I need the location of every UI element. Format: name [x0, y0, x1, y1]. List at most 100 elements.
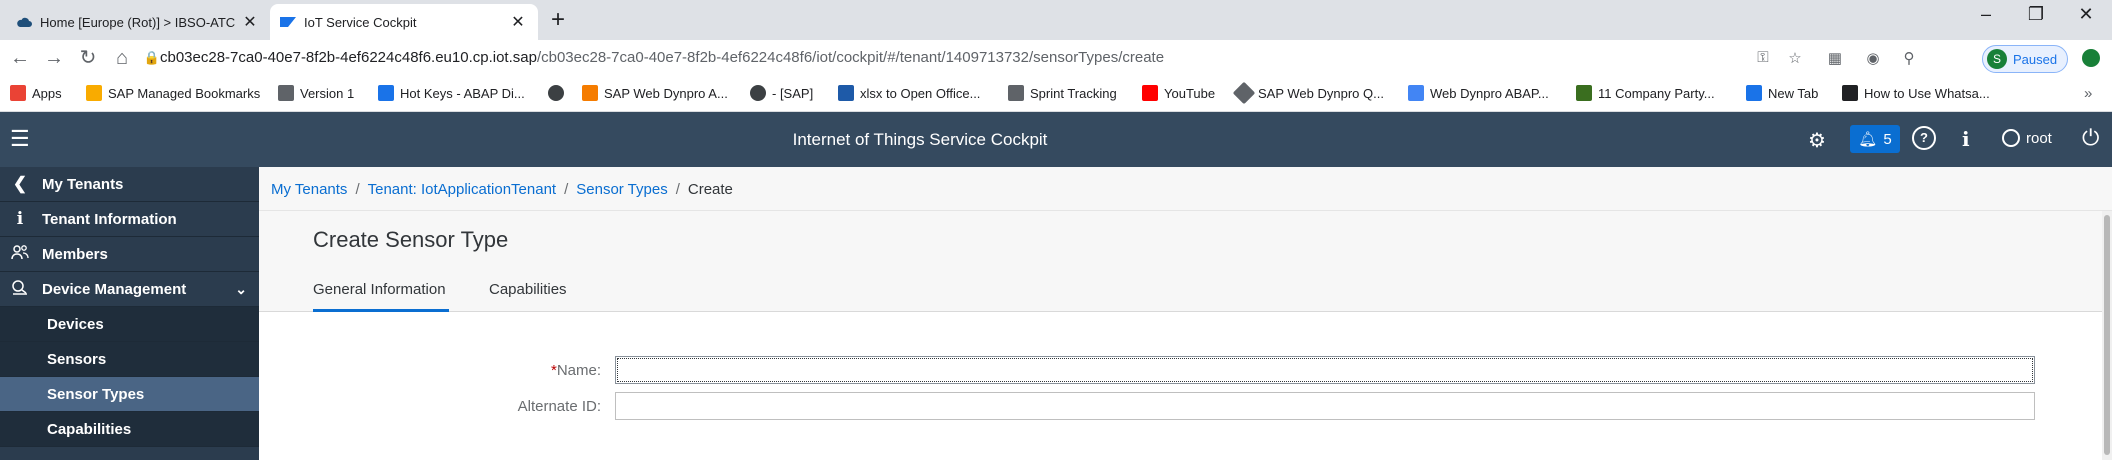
pin-icon[interactable]: ⚲ — [1898, 49, 1920, 67]
bookmark-item[interactable]: Version 1 — [278, 85, 354, 101]
bookmark-item[interactable]: 11 Company Party... — [1576, 85, 1715, 101]
sidebar-item-devices[interactable]: Devices — [0, 307, 259, 342]
bookmark-item[interactable]: xlsx to Open Office... — [838, 85, 980, 101]
scrollbar[interactable] — [2102, 211, 2112, 460]
breadcrumb-bar: My Tenants / Tenant: IotApplicationTenant /… — [259, 167, 2112, 211]
page-title: Create Sensor Type — [313, 227, 509, 252]
browser-tab-home[interactable]: Home [Europe (Rot)] > IBSO-ATC ✕ — [6, 4, 270, 40]
breadcrumb-link-sensor-types[interactable]: Sensor Types — [576, 181, 667, 198]
browser-toolbar: ← → ↻ ⌂ 🔒 cb03ec28-7ca0-40e7-8f2b-4ef622… — [0, 40, 2112, 76]
scrollbar-thumb[interactable] — [2104, 215, 2110, 455]
sidebar-item-my-tenants[interactable]: ❮ My Tenants — [0, 167, 259, 202]
close-tab-icon[interactable]: ✕ — [508, 12, 528, 32]
notifications-button[interactable]: 🔔︎ 5 — [1850, 125, 1900, 153]
breadcrumb-link-my-tenants[interactable]: My Tenants — [271, 181, 347, 198]
forward-icon[interactable]: → — [42, 47, 66, 69]
breadcrumb-current: Create — [687, 181, 733, 198]
sap-icon — [280, 14, 296, 30]
bookmark-icon — [1842, 85, 1858, 101]
alternate-id-input[interactable] — [615, 392, 2035, 420]
bookmark-icon — [1576, 85, 1592, 101]
main-content: My Tenants / Tenant: IotApplicationTenant /… — [259, 167, 2112, 460]
power-icon[interactable]: ⏻ — [2082, 125, 2099, 151]
diamond-icon — [1232, 81, 1256, 105]
bookmark-folder[interactable]: SAP Managed Bookmarks — [86, 85, 260, 101]
tab-general-information[interactable]: General Information — [313, 271, 449, 312]
profile-status: Paused — [2013, 51, 2058, 67]
new-tab-button[interactable]: + — [544, 6, 572, 34]
minimize-button[interactable]: – — [1966, 4, 2006, 25]
close-window-button[interactable]: ✕ — [2066, 4, 2106, 25]
info-icon[interactable]: i — [1962, 127, 1970, 151]
page-header: Create Sensor Type General Information C… — [259, 211, 2112, 312]
user-name: root — [2026, 129, 2052, 147]
sidebar-item-sensors[interactable]: Sensors — [0, 342, 259, 377]
bookmark-item[interactable]: Web Dynpro ABAP... — [1408, 85, 1549, 101]
youtube-icon — [1142, 85, 1158, 101]
sap-icon — [1746, 85, 1762, 101]
profile-button[interactable]: S Paused — [1982, 45, 2068, 73]
sidebar-item-label: Members — [42, 245, 108, 263]
sidebar-item-label: Sensor Types — [47, 385, 145, 403]
app-title: Internet of Things Service Cockpit — [792, 130, 1048, 149]
folder-icon — [86, 85, 102, 101]
bookmark-item[interactable]: How to Use Whatsa... — [1842, 85, 1990, 101]
globe-icon — [750, 85, 766, 101]
bookmark-item[interactable]: Sprint Tracking — [1008, 85, 1117, 101]
user-icon — [2002, 129, 2020, 147]
info-icon: i — [16, 209, 24, 229]
user-menu[interactable]: root — [2002, 129, 2052, 147]
bookmark-apps[interactable]: Apps — [10, 85, 62, 101]
breadcrumb-separator: / — [564, 181, 569, 198]
restore-button[interactable]: ❐ — [2016, 4, 2056, 25]
bookmark-item[interactable]: SAP Web Dynpro Q... — [1232, 81, 1384, 105]
shell-bar: ☰ Internet of Things Service Cockpit ⚙ 🔔… — [0, 112, 2112, 167]
extension-icon[interactable] — [2082, 49, 2100, 67]
apps-grid-icon — [10, 85, 26, 101]
bookmark-item[interactable]: SAP Web Dynpro A... — [582, 85, 728, 101]
extension-icon[interactable]: ▦ — [1824, 49, 1846, 67]
sidebar-item-members[interactable]: Members — [0, 237, 259, 272]
members-icon — [10, 244, 30, 265]
back-icon[interactable]: ← — [8, 47, 32, 69]
bookmark-item[interactable]: Hot Keys - ABAP Di... — [378, 85, 525, 101]
sidebar-item-tenant-information[interactable]: i Tenant Information — [0, 202, 259, 237]
browser-tab-iot-cockpit[interactable]: IoT Service Cockpit ✕ — [270, 4, 538, 40]
bookmark-icon — [278, 85, 294, 101]
breadcrumb: My Tenants / Tenant: IotApplicationTenant /… — [271, 181, 733, 198]
bookmark-item[interactable]: New Tab — [1746, 85, 1818, 101]
chevron-left-icon: ❮ — [12, 174, 28, 193]
bookmark-item[interactable]: - [SAP] — [750, 85, 813, 101]
star-icon[interactable]: ☆ — [1784, 49, 1806, 67]
sensor-type-form: *Name: Alternate ID: — [259, 312, 2112, 460]
browser-tab-title: Home [Europe (Rot)] > IBSO-ATC — [40, 14, 236, 30]
close-tab-icon[interactable]: ✕ — [240, 12, 260, 32]
more-bookmarks-icon[interactable]: » — [2084, 85, 2092, 102]
help-icon[interactable]: ? — [1912, 126, 1936, 150]
notification-count: 5 — [1883, 130, 1892, 148]
sidebar-item-label: My Tenants — [42, 175, 124, 193]
home-icon[interactable]: ⌂ — [110, 47, 134, 69]
sidebar-item-sensor-types[interactable]: Sensor Types — [0, 377, 259, 412]
extension-icon[interactable]: ◉ — [1862, 49, 1884, 67]
sidebar-item-label: Devices — [47, 315, 104, 333]
settings-gear-icon[interactable]: ⚙ — [1808, 128, 1826, 153]
bookmark-youtube[interactable]: YouTube — [1142, 85, 1215, 101]
reload-icon[interactable]: ↻ — [76, 47, 100, 69]
sidebar-item-device-management[interactable]: Device Management ⌄ — [0, 272, 259, 307]
key-icon[interactable]: ⚿ — [1752, 49, 1774, 66]
tab-capabilities[interactable]: Capabilities — [489, 271, 567, 312]
avatar: S — [1987, 49, 2007, 69]
bookmark-item[interactable] — [548, 85, 570, 101]
address-bar[interactable]: cb03ec28-7ca0-40e7-8f2b-4ef6224c48f6.eu1… — [160, 49, 1164, 66]
name-input[interactable] — [615, 356, 2035, 384]
breadcrumb-link-tenant[interactable]: Tenant: IotApplicationTenant — [368, 181, 556, 198]
sidebar-item-capabilities[interactable]: Capabilities — [0, 412, 259, 447]
sap-icon — [378, 85, 394, 101]
breadcrumb-separator: / — [675, 181, 680, 198]
chevron-down-icon[interactable]: ⌄ — [235, 281, 247, 298]
bell-icon: 🔔︎ — [1858, 131, 1878, 148]
sidebar-item-label: Device Management — [42, 280, 187, 298]
bookmarks-bar: Apps SAP Managed Bookmarks Version 1 Hot… — [0, 76, 2112, 112]
url-path: /cb03ec28-7ca0-40e7-8f2b-4ef6224c48f6/io… — [536, 49, 1165, 66]
